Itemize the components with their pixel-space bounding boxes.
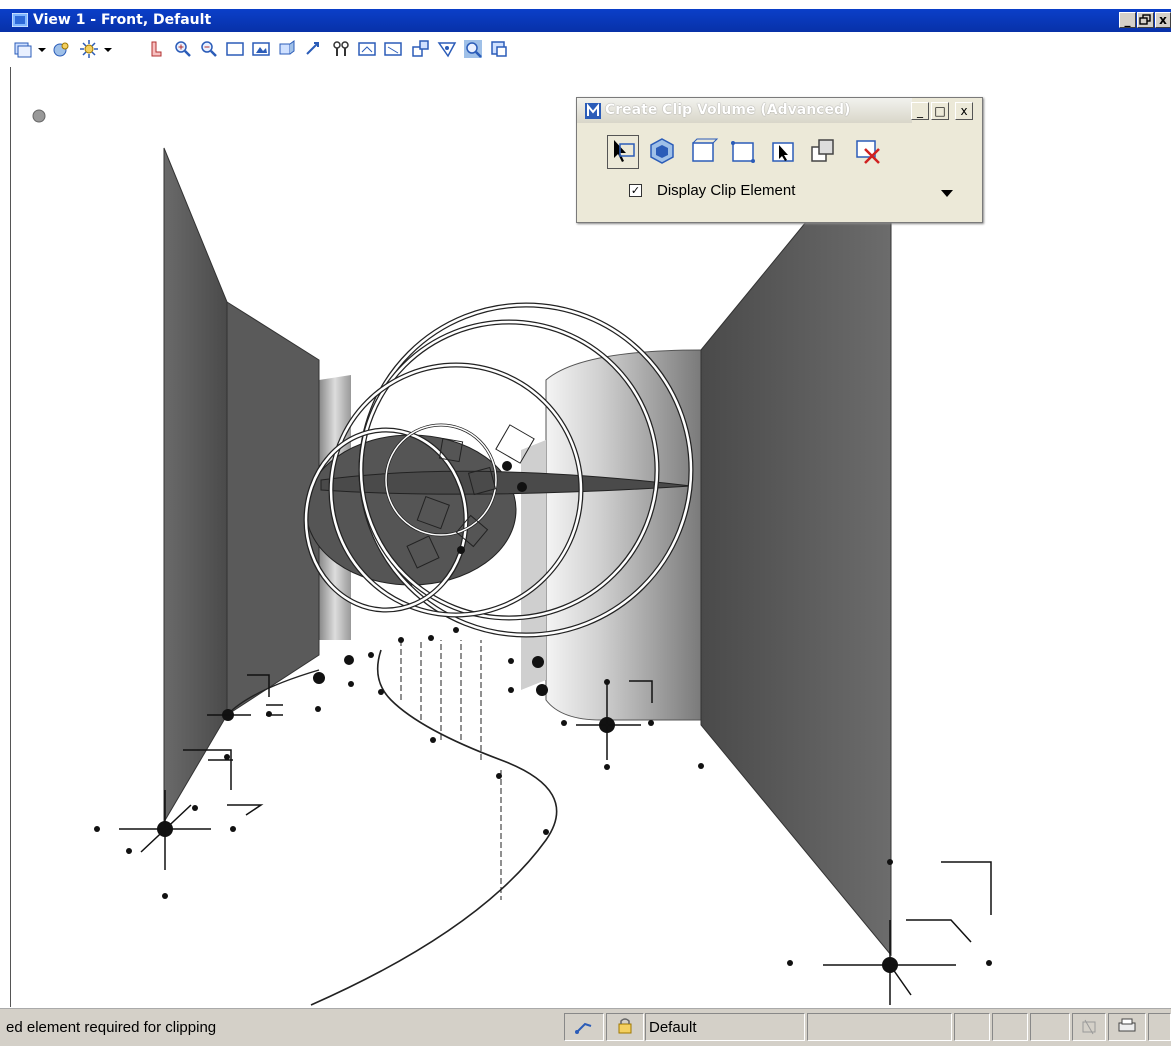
restore-icon <box>1139 14 1151 25</box>
snap-mode-icon <box>575 1022 592 1034</box>
minimize-button[interactable]: _ <box>1119 12 1136 28</box>
clip-back-icon[interactable] <box>729 135 759 167</box>
pan-view-icon[interactable] <box>302 38 324 60</box>
view-window-icon <box>12 13 28 27</box>
microstation-logo-icon <box>585 103 601 119</box>
wall-left-outer <box>163 147 228 824</box>
view-rotate-icon[interactable] <box>276 38 298 60</box>
clip-dialog-title: Create Clip Volume (Advanced) <box>605 102 851 118</box>
view-display-icon[interactable] <box>12 38 34 60</box>
wall-right <box>700 221 892 957</box>
clip-volume-icon[interactable] <box>410 38 432 60</box>
clip-from-element-icon[interactable] <box>607 135 639 169</box>
apply-clip-icon[interactable] <box>809 135 839 167</box>
projection-lines <box>400 640 502 900</box>
view-next-icon[interactable] <box>356 38 378 60</box>
status-lock-cell[interactable] <box>606 1013 644 1041</box>
status-design-file-cell[interactable] <box>1072 1013 1106 1041</box>
status-cell-empty-4 <box>1030 1013 1070 1041</box>
view-attributes-icon[interactable] <box>50 38 72 60</box>
zoom-out-icon[interactable] <box>198 38 220 60</box>
status-message: ed element required for clipping <box>6 1019 217 1036</box>
view-title-bar[interactable]: View 1 - Front, Default <box>0 9 1171 32</box>
clip-dialog-close-button[interactable]: x <box>955 102 973 120</box>
chevron-down-icon[interactable] <box>36 38 48 60</box>
chevron-down-icon[interactable] <box>102 38 114 60</box>
view-previous-icon[interactable] <box>330 38 352 60</box>
status-cell-empty-3 <box>992 1013 1028 1041</box>
update-view-icon[interactable] <box>146 38 168 60</box>
status-cell-empty-5 <box>1148 1013 1171 1041</box>
window-area-icon[interactable] <box>224 38 246 60</box>
clip-dialog-maximize-button[interactable]: □ <box>931 102 949 120</box>
clip-mask-icon[interactable] <box>436 38 458 60</box>
restore-button[interactable] <box>1137 12 1154 28</box>
fit-view-icon[interactable] <box>250 38 272 60</box>
clip-dialog-minimize-button[interactable]: _ <box>911 102 929 120</box>
status-cell-empty-2 <box>954 1013 990 1041</box>
status-cell-empty-1 <box>807 1013 952 1041</box>
delete-clip-icon[interactable] <box>853 135 883 167</box>
select-clip-icon[interactable] <box>769 135 799 167</box>
clip-front-icon[interactable] <box>689 135 719 167</box>
close-button[interactable]: x <box>1155 12 1171 28</box>
status-printer-cell[interactable] <box>1108 1013 1146 1041</box>
active-level-text: Default <box>649 1019 697 1036</box>
view-title: View 1 - Front, Default <box>33 12 212 28</box>
floor-curve <box>310 649 558 1006</box>
display-clip-element-checkbox[interactable]: ✓ <box>629 184 642 197</box>
zoom-in-icon[interactable] <box>172 38 194 60</box>
lighting-icon[interactable] <box>78 38 100 60</box>
lock-icon <box>618 1018 632 1034</box>
print-icon <box>1118 1018 1136 1032</box>
clip-dialog-title-bar[interactable]: Create Clip Volume (Advanced) <box>577 98 912 123</box>
expand-options-icon[interactable] <box>941 190 953 197</box>
camera-icon[interactable] <box>462 38 484 60</box>
status-snap-cell[interactable] <box>564 1013 604 1041</box>
design-file-changed-icon <box>1082 1019 1096 1035</box>
display-clip-element-label: Display Clip Element <box>657 182 796 199</box>
view-origin-marker <box>32 109 46 123</box>
clip-from-named-boundary-icon[interactable] <box>647 135 677 167</box>
copy-view-icon[interactable] <box>382 38 404 60</box>
status-bar: ed element required for clipping Default <box>0 1008 1171 1046</box>
view-window: View 1 - Front, Default _ x Create Clip … <box>0 0 1171 1046</box>
clip-volume-dialog: Create Clip Volume (Advanced) _ □ x ✓ Di… <box>576 97 983 223</box>
change-view-perspective-icon[interactable] <box>488 38 510 60</box>
